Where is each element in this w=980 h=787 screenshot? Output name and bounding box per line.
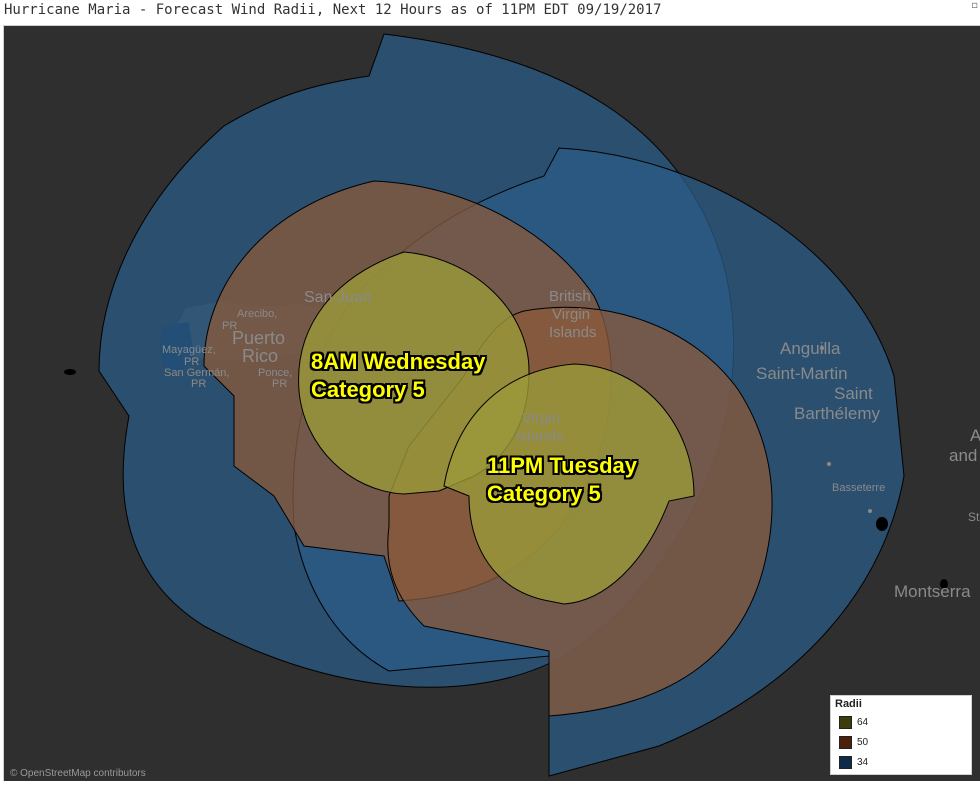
legend-label: 50 [857, 737, 869, 749]
place-bvi-1: British [549, 288, 591, 305]
expand-icon[interactable]: ▫ [971, 0, 978, 11]
place-vi-2: Islands [516, 428, 564, 445]
forecast-label-tuesday: 11PM Tuesday Category 5 [487, 452, 637, 508]
place-saint: Saint [834, 384, 873, 403]
page-title: Hurricane Maria - Forecast Wind Radii, N… [4, 2, 662, 18]
island-barbuda-dot [827, 462, 831, 466]
place-edge-a: A [970, 426, 980, 446]
legend-swatch-50 [839, 736, 852, 749]
legend-label: 34 [857, 757, 869, 769]
place-basseterre: Basseterre [832, 482, 886, 494]
island-nevis-dot [868, 509, 872, 513]
legend-title: Radii [835, 698, 862, 710]
forecast-label-wednesday: 8AM Wednesday Category 5 [311, 348, 485, 404]
place-montserrat: Montserra [894, 582, 971, 601]
legend: Radii 64 50 34 [830, 695, 972, 775]
place-mayaguez: Mayagüez, [162, 344, 216, 356]
place-san-juan: San Juan [304, 289, 372, 306]
place-vi-1: Virgin [522, 410, 561, 427]
legend-item-34[interactable]: 34 [839, 756, 868, 770]
place-barthelemy: Barthélemy [794, 404, 880, 423]
island-mona [64, 369, 76, 375]
osm-attribution[interactable]: © OpenStreetMap contributors [10, 768, 146, 779]
legend-item-50[interactable]: 50 [839, 736, 868, 750]
place-edge-and: and [949, 446, 978, 465]
forecast-category: Category 5 [311, 377, 425, 402]
forecast-category: Category 5 [487, 481, 601, 506]
place-rico: Rico [242, 346, 279, 366]
place-arecibo: Arecibo, [237, 308, 278, 320]
place-bvi-3: Islands [549, 324, 597, 341]
legend-label: 64 [857, 717, 869, 729]
legend-item-64[interactable]: 64 [839, 716, 868, 730]
place-bvi-2: Virgin [552, 306, 591, 323]
place-edge-st: St [968, 510, 980, 524]
place-san-german-pr: PR [191, 378, 207, 390]
place-anguilla: Anguilla [780, 339, 841, 358]
forecast-time: 11PM Tuesday [487, 453, 637, 478]
title-bar: Hurricane Maria - Forecast Wind Radii, N… [0, 0, 980, 24]
island-stkitts [876, 517, 888, 531]
legend-swatch-34 [839, 756, 852, 769]
forecast-time: 8AM Wednesday [311, 349, 486, 374]
bottom-strip [0, 781, 980, 787]
place-saint-martin: Saint-Martin [756, 364, 848, 383]
place-ponce-pr: PR [272, 378, 288, 390]
map-view[interactable]: San Juan Arecibo, PR Puerto Rico Mayagüe… [3, 25, 980, 781]
legend-swatch-64 [839, 716, 852, 729]
